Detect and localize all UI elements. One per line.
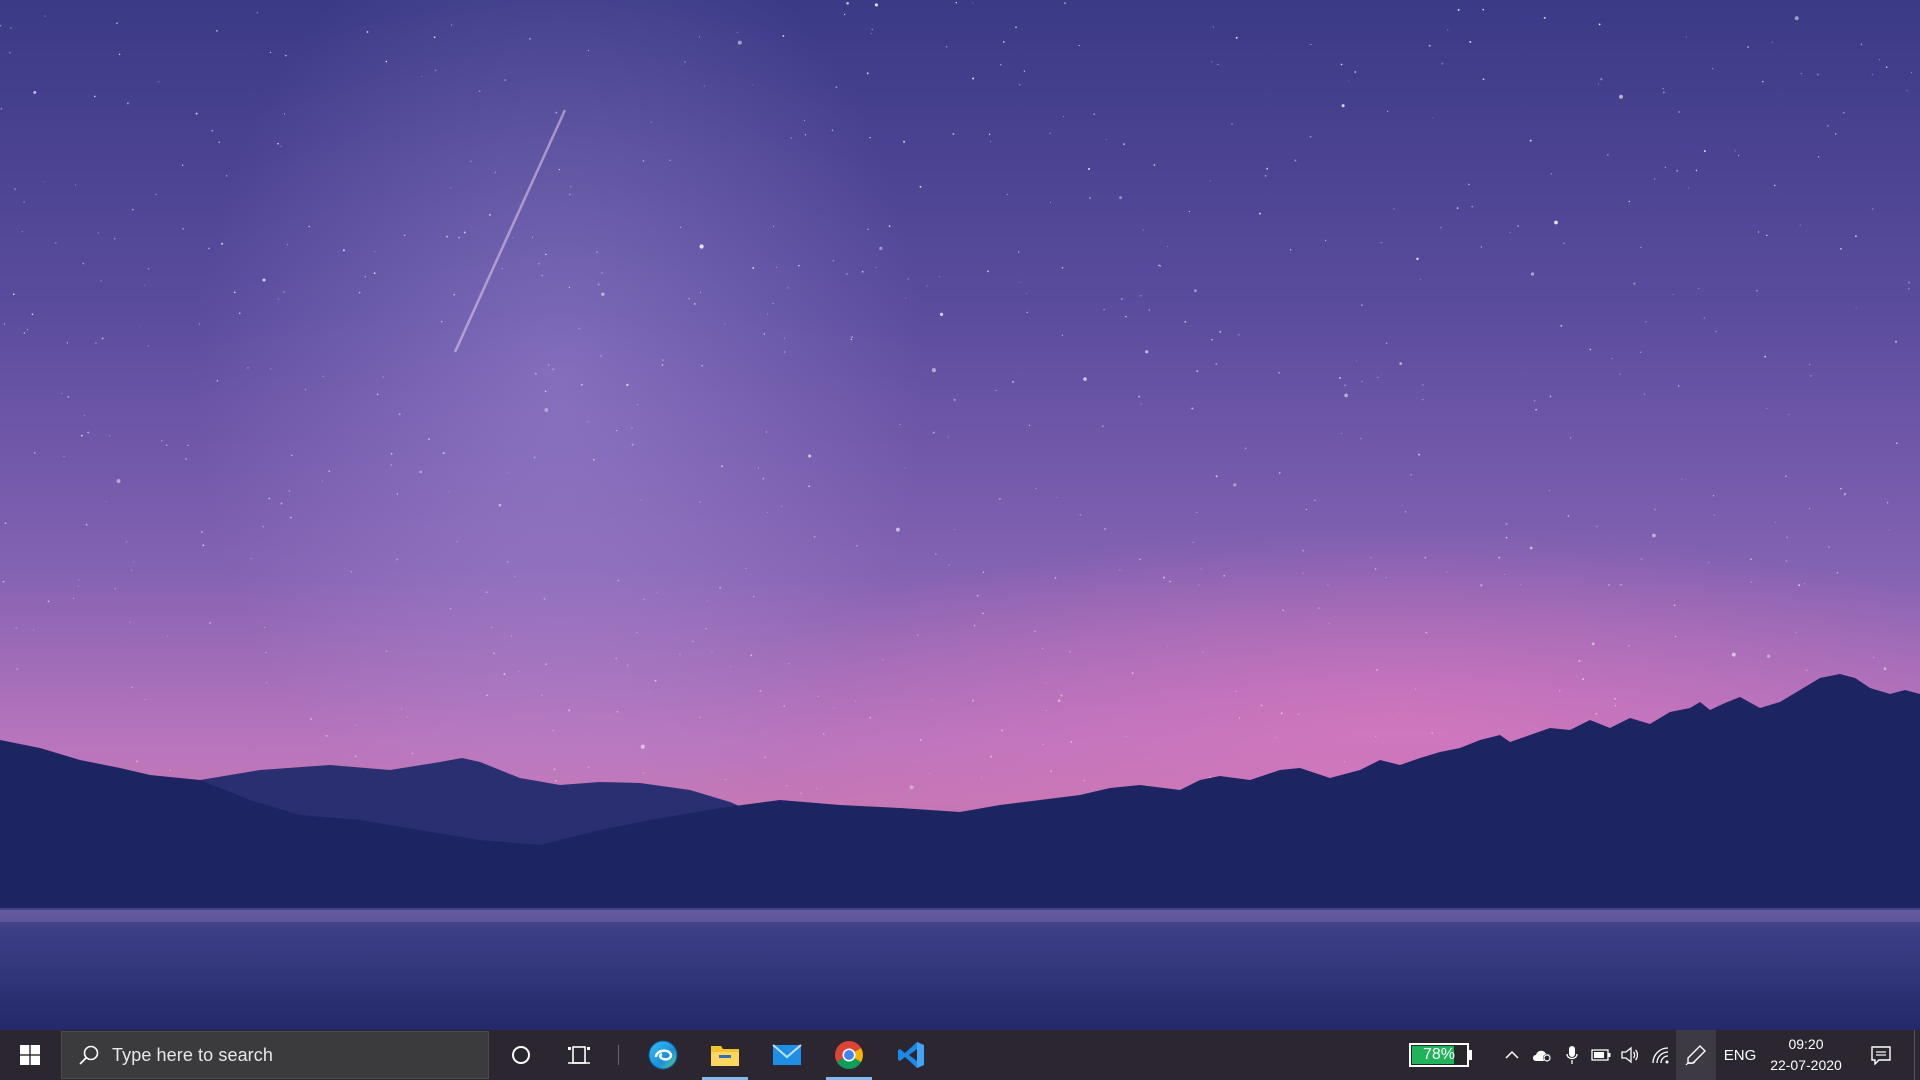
task-view-icon <box>568 1046 590 1064</box>
action-center-button[interactable] <box>1856 1030 1906 1080</box>
start-button[interactable] <box>0 1030 60 1080</box>
battery-icon <box>1591 1049 1611 1061</box>
taskbar-app-vscode[interactable] <box>881 1030 941 1080</box>
taskbar: Type here to search 78% ENG 09:20 22-07-… <box>0 1030 1920 1080</box>
tray-volume[interactable] <box>1615 1030 1645 1080</box>
edge-icon <box>648 1040 678 1070</box>
microphone-icon <box>1566 1046 1578 1064</box>
cortana-icon <box>512 1046 530 1064</box>
notification-icon <box>1871 1046 1891 1065</box>
lake-mist <box>0 908 1920 922</box>
clock-time: 09:20 <box>1788 1036 1824 1052</box>
mail-icon <box>772 1044 802 1065</box>
input-language-indicator[interactable]: ENG <box>1720 1030 1760 1080</box>
wifi-icon <box>1652 1047 1669 1064</box>
clock-date: 22-07-2020 <box>1770 1057 1842 1073</box>
desktop-wallpaper <box>0 0 1920 1030</box>
folder-icon <box>711 1046 739 1066</box>
pen-icon <box>1685 1045 1706 1066</box>
clock[interactable]: 09:20 22-07-2020 <box>1760 1030 1852 1080</box>
battery-terminal <box>1469 1050 1472 1060</box>
chevron-up-icon <box>1505 1050 1519 1059</box>
lake-surface <box>0 910 1920 1030</box>
tray-battery[interactable] <box>1586 1030 1616 1080</box>
battery-percentage-widget[interactable]: 78% <box>1409 1043 1469 1067</box>
cortana-button[interactable] <box>494 1030 548 1080</box>
taskbar-app-edge[interactable] <box>633 1030 693 1080</box>
taskbar-app-file-explorer[interactable] <box>695 1030 755 1080</box>
search-box[interactable]: Type here to search <box>61 1031 489 1079</box>
chrome-icon <box>835 1041 863 1069</box>
taskbar-app-chrome[interactable] <box>819 1030 879 1080</box>
battery-percentage-text: 78% <box>1422 1046 1456 1063</box>
show-hidden-icons-button[interactable] <box>1497 1030 1527 1080</box>
search-icon <box>76 1042 102 1068</box>
taskbar-separator <box>618 1045 619 1065</box>
search-placeholder: Type here to search <box>112 1044 273 1065</box>
show-desktop-button[interactable] <box>1914 1030 1915 1080</box>
vscode-icon <box>898 1042 924 1068</box>
onedrive-icon <box>1533 1050 1551 1062</box>
landscape-scene <box>0 109 1920 1030</box>
windows-logo-icon <box>20 1045 40 1065</box>
task-view-button[interactable] <box>552 1030 606 1080</box>
tray-network[interactable] <box>1646 1030 1676 1080</box>
volume-icon <box>1621 1046 1639 1064</box>
tray-microphone[interactable] <box>1557 1030 1587 1080</box>
tray-onedrive[interactable] <box>1527 1030 1557 1080</box>
shooting-star <box>453 109 567 353</box>
windows-ink-workspace-button[interactable] <box>1676 1030 1716 1080</box>
taskbar-app-mail[interactable] <box>757 1030 817 1080</box>
